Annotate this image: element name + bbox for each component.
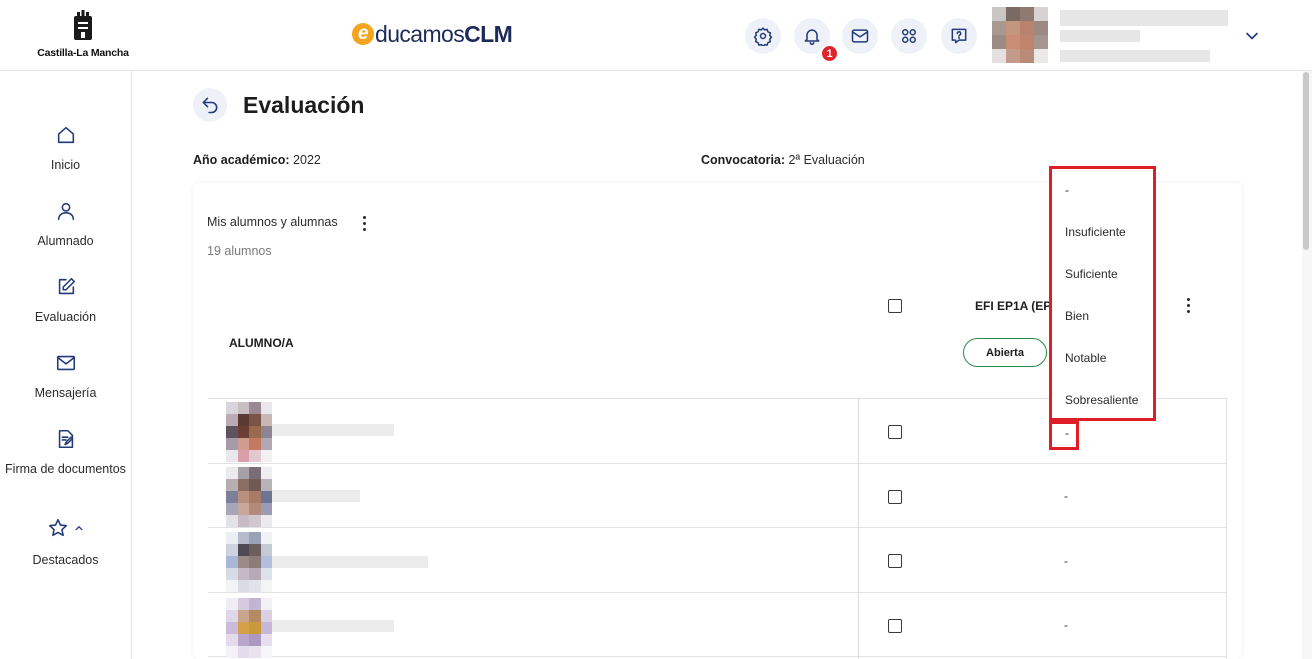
- status-badge[interactable]: Abierta: [963, 338, 1047, 367]
- grade-option-none[interactable]: -: [1065, 183, 1069, 197]
- grade-cell: -: [1065, 426, 1069, 440]
- student-name-blurred[interactable]: [272, 556, 428, 568]
- convocatoria-value: 2ª Evaluación: [788, 153, 865, 167]
- divider: [208, 463, 1227, 464]
- help-icon: [951, 28, 967, 44]
- document-sign-icon: [55, 428, 77, 450]
- academic-year-value: 2022: [293, 153, 321, 167]
- column-divider: [858, 399, 859, 659]
- divider: [208, 527, 1227, 528]
- column-header-alumno: ALUMNO/A: [229, 336, 294, 350]
- kebab-icon: [1186, 297, 1190, 313]
- person-icon: [55, 200, 77, 222]
- grade-cell[interactable]: -: [1064, 554, 1068, 568]
- column-header-subject: EFI EP1A (EP: [975, 299, 1049, 313]
- column-divider: [1226, 399, 1227, 659]
- bell-icon: [804, 29, 820, 46]
- divider: [208, 656, 1227, 657]
- list-title: Mis alumnos y alumnas: [207, 215, 338, 229]
- sidebar-item-alumnado[interactable]: Alumnado: [0, 200, 131, 248]
- student-name-blurred[interactable]: [272, 620, 394, 632]
- sidebar-item-label: Firma de documentos: [5, 462, 126, 476]
- student-name-blurred[interactable]: [272, 424, 394, 436]
- student-avatar: [226, 598, 272, 658]
- grade-cell[interactable]: -: [1064, 618, 1068, 632]
- sidebar-item-mensajeria[interactable]: Mensajería: [0, 352, 131, 400]
- castilla-la-mancha-logo[interactable]: Castilla-La Mancha: [36, 8, 130, 64]
- chevron-down-icon: [1246, 32, 1258, 40]
- grade-option-sobresaliente[interactable]: Sobresaliente: [1065, 393, 1138, 407]
- star-icon: [48, 518, 68, 537]
- top-header: Castilla-La Mancha e ducamos CLM 1: [0, 0, 1312, 71]
- grade-cell[interactable]: -: [1064, 489, 1068, 503]
- select-all-checkbox[interactable]: [888, 299, 902, 313]
- grade-dropdown-menu: - Insuficiente Suficiente Bien Notable S…: [1049, 166, 1156, 421]
- logo-text: Castilla-La Mancha: [37, 47, 129, 59]
- crest-icon: [74, 10, 92, 40]
- row-checkbox[interactable]: [888, 490, 902, 504]
- sidebar-item-firma-documentos[interactable]: Firma de documentos: [0, 428, 131, 476]
- user-avatar[interactable]: [992, 7, 1048, 63]
- row-checkbox[interactable]: [888, 554, 902, 568]
- column-options-button[interactable]: [1178, 294, 1198, 316]
- notification-badge: 1: [820, 44, 839, 63]
- brand-bold-text: CLM: [464, 20, 513, 47]
- student-count: 19 alumnos: [207, 244, 272, 258]
- sidebar-item-label: Evaluación: [34, 310, 97, 324]
- row-checkbox[interactable]: [888, 425, 902, 439]
- scrollbar-thumb[interactable]: [1303, 72, 1309, 250]
- gear-icon: [753, 27, 773, 46]
- student-avatar: [226, 532, 272, 592]
- mail-icon: [851, 29, 869, 43]
- user-menu-toggle[interactable]: [1242, 26, 1262, 46]
- academic-year: Año académico: 2022: [193, 153, 321, 167]
- convocatoria: Convocatoria: 2ª Evaluación: [701, 153, 865, 167]
- student-name-blurred[interactable]: [272, 490, 360, 502]
- student-avatar: [226, 402, 272, 462]
- sidebar: Inicio Alumnado Evaluación Mensajería Fi…: [0, 71, 132, 659]
- apps-icon: [902, 29, 916, 43]
- chevron-up-icon: [75, 526, 83, 531]
- divider: [208, 592, 1227, 593]
- user-info-blurred[interactable]: [1060, 8, 1230, 64]
- convocatoria-label: Convocatoria:: [701, 153, 786, 167]
- destacados-toggle[interactable]: [0, 517, 131, 539]
- brand-light-text: ducamos: [375, 20, 465, 47]
- grade-option-suficiente[interactable]: Suficiente: [1065, 267, 1118, 281]
- back-button[interactable]: [193, 88, 227, 122]
- sidebar-item-inicio[interactable]: Inicio: [0, 124, 131, 172]
- academic-year-label: Año académico:: [193, 153, 290, 167]
- edit-icon: [55, 276, 77, 298]
- sidebar-item-evaluacion[interactable]: Evaluación: [0, 276, 131, 324]
- educamos-clm-brand[interactable]: e ducamos CLM: [352, 20, 513, 48]
- student-avatar: [226, 467, 272, 527]
- sidebar-item-label: Inicio: [50, 158, 81, 172]
- active-grade-cell[interactable]: -: [1049, 421, 1079, 450]
- mail-icon: [55, 352, 77, 374]
- row-checkbox[interactable]: [888, 619, 902, 633]
- sidebar-item-label: Mensajería: [34, 386, 97, 400]
- brand-e-letter: e: [352, 23, 374, 45]
- list-options-button[interactable]: [354, 212, 374, 234]
- sidebar-item-label: Destacados: [32, 553, 99, 567]
- settings-button[interactable]: [745, 18, 781, 54]
- back-arrow-icon: [202, 97, 218, 114]
- messages-button[interactable]: [842, 18, 878, 54]
- page-title: Evaluación: [243, 92, 365, 118]
- sidebar-item-destacados[interactable]: Destacados: [0, 517, 131, 567]
- help-button[interactable]: [941, 18, 977, 54]
- grade-option-notable[interactable]: Notable: [1065, 351, 1106, 365]
- home-icon: [55, 124, 77, 146]
- kebab-icon: [362, 215, 366, 231]
- grade-option-insuficiente[interactable]: Insuficiente: [1065, 225, 1126, 239]
- apps-button[interactable]: [891, 18, 927, 54]
- sidebar-item-label: Alumnado: [37, 234, 94, 248]
- grade-option-bien[interactable]: Bien: [1065, 309, 1089, 323]
